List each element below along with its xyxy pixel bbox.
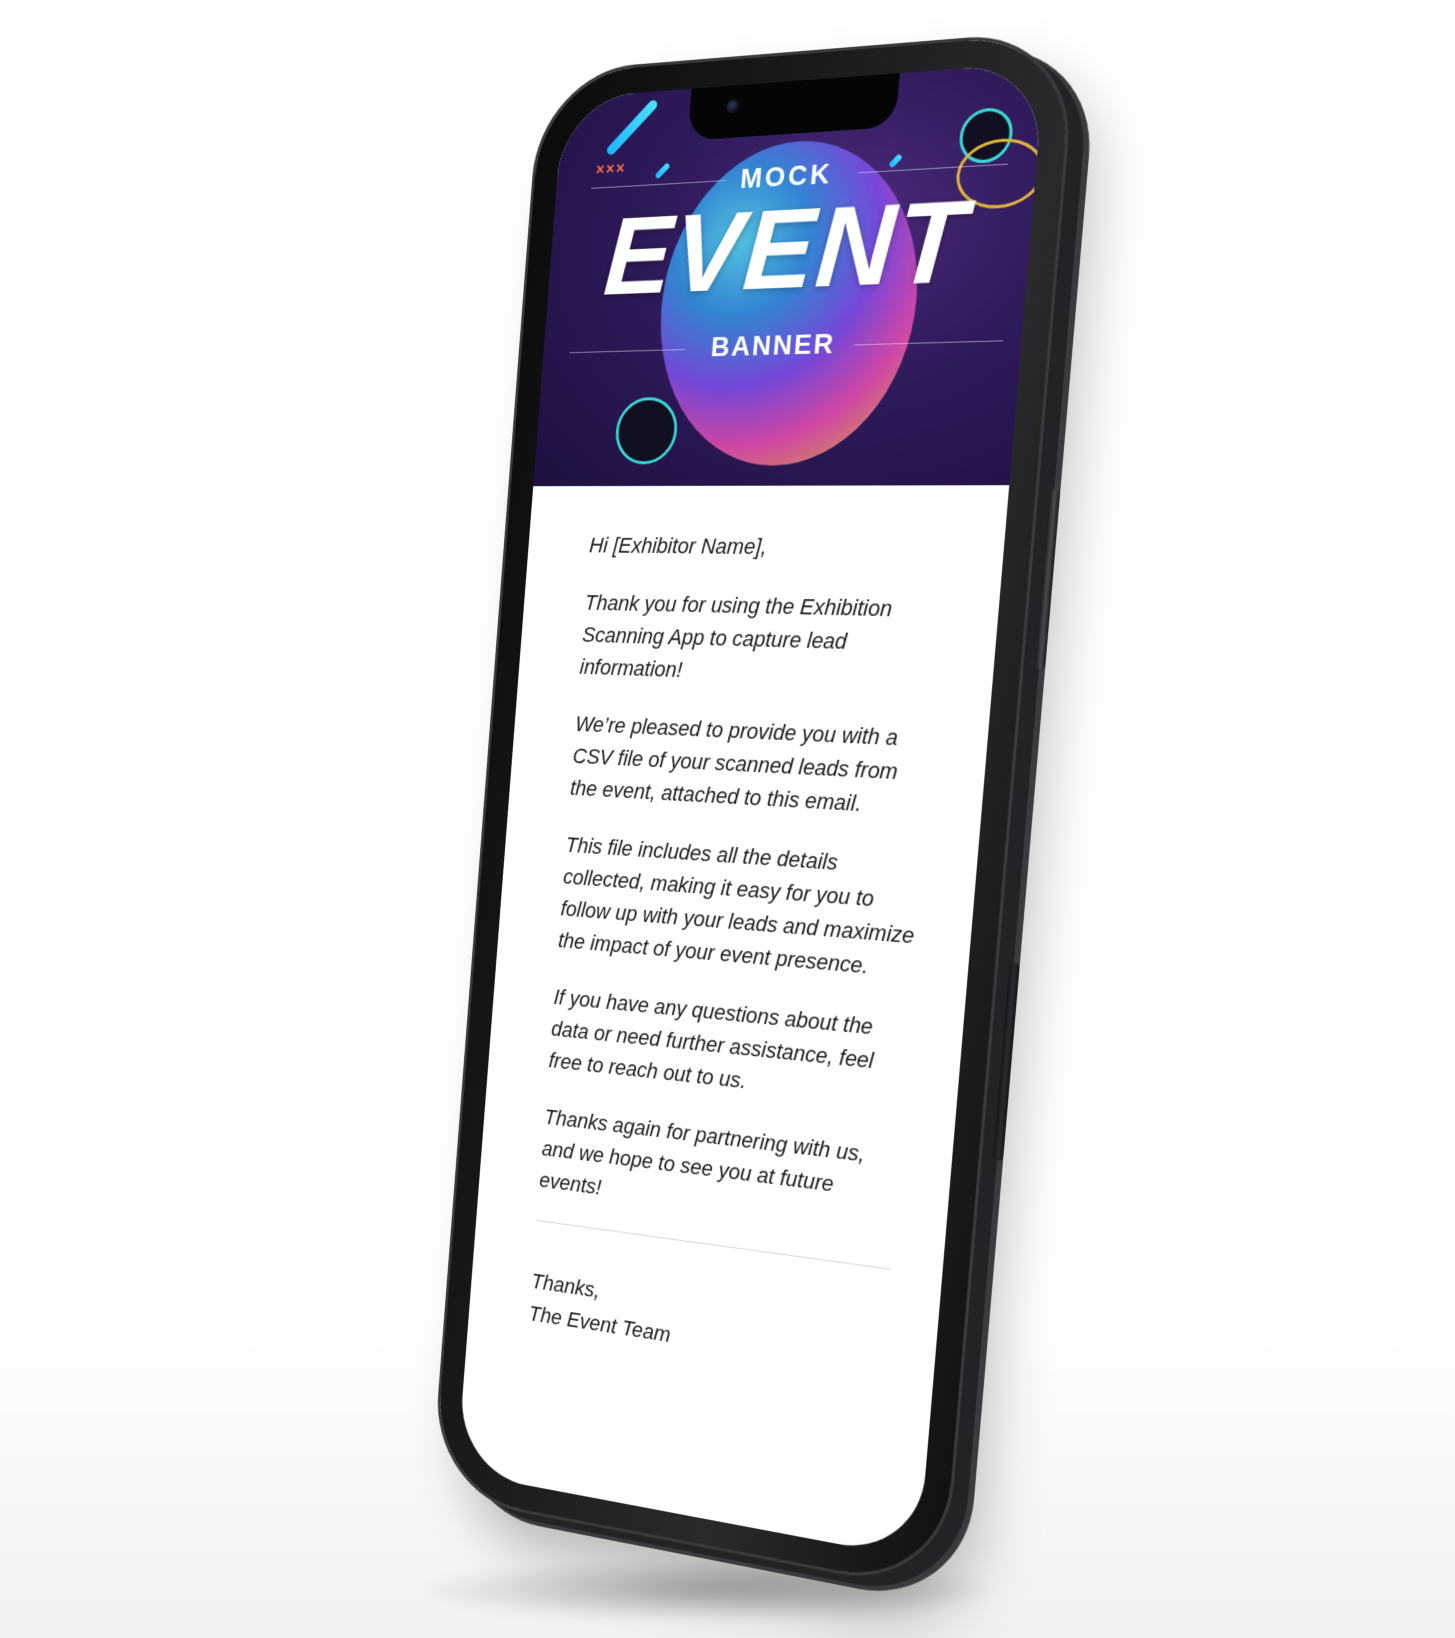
email-body: Hi [Exhibitor Name], Thank you for using… (468, 485, 1009, 1394)
side-power-button (1034, 489, 1061, 670)
email-paragraph: Thanks again for partnering with us, and… (538, 1104, 866, 1200)
side-lower-button (992, 962, 1020, 1162)
banner-main-text: EVENT (600, 175, 973, 319)
email-signoff: Thanks, The Event Team (528, 1265, 887, 1386)
phone-device: ××× MOCK EVENT BANNER Hi [Exhibitor Name… (433, 32, 1075, 1591)
streak-decoration (605, 98, 659, 157)
banner-bottom-text: BANNER (709, 327, 837, 363)
email-paragraph: If you have any questions about the data… (547, 984, 875, 1094)
email-paragraph: Thank you for using the Exhibition Scann… (578, 590, 894, 683)
camera-icon (726, 99, 741, 115)
scene-background: ××× MOCK EVENT BANNER Hi [Exhibitor Name… (0, 0, 1455, 1638)
email-paragraph: This file includes all the details colle… (557, 832, 916, 979)
ring-decoration (613, 396, 680, 465)
email-greeting: Hi [Exhibitor Name], (588, 532, 768, 560)
email-paragraph: We’re pleased to provide you with a CSV … (569, 711, 899, 817)
